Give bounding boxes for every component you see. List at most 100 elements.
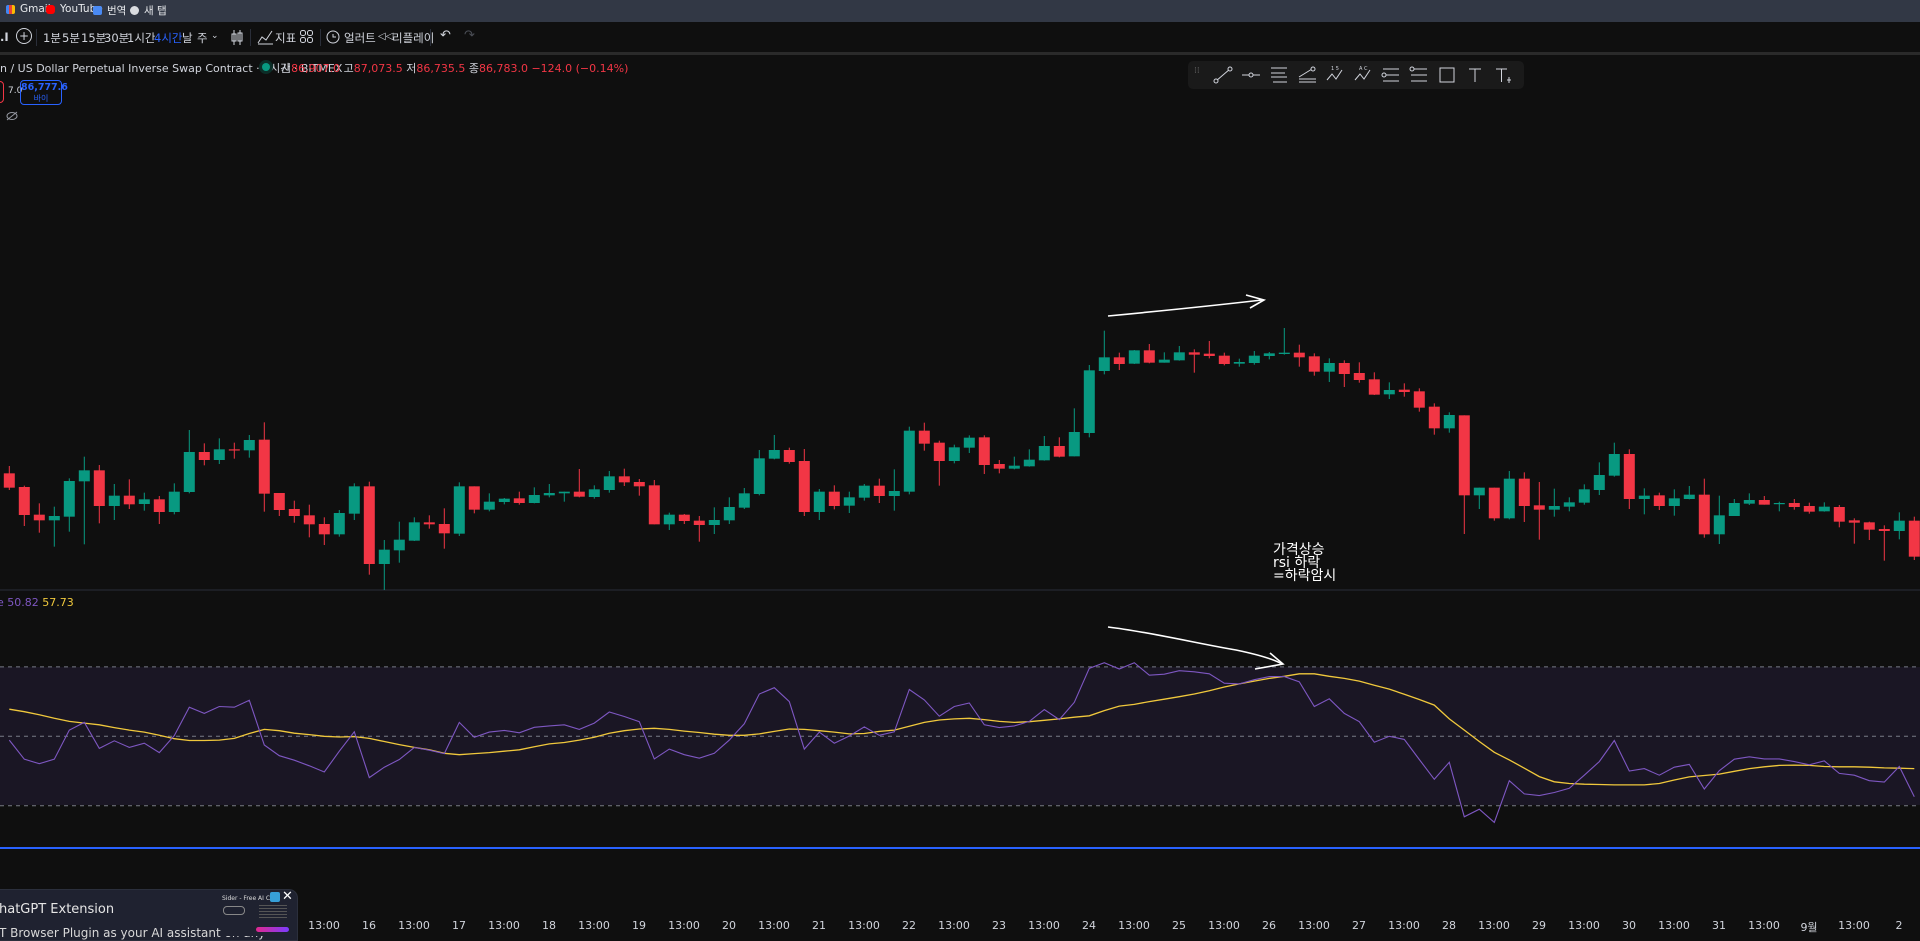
candle-body <box>393 539 405 551</box>
time-axis-label: 20 <box>722 919 736 932</box>
ad-install-button[interactable] <box>256 927 289 932</box>
rsi-value: 50.82 <box>7 596 39 609</box>
candle-body <box>543 493 555 496</box>
popup-close-icon[interactable]: ✕ <box>282 890 293 904</box>
candle-body <box>303 515 315 525</box>
time-axis-label: 30 <box>1622 919 1636 932</box>
candle-body <box>1458 415 1470 496</box>
candle-body <box>573 491 585 497</box>
time-axis-label: 13:00 <box>1838 919 1870 932</box>
candle-body <box>1908 520 1920 557</box>
candle-body <box>78 470 90 482</box>
time-axis-label: 13:00 <box>308 919 340 932</box>
candle-body <box>633 482 645 487</box>
time-axis-label: 17 <box>452 919 466 932</box>
time-axis-label: 13:00 <box>1748 919 1780 932</box>
candle-body <box>723 507 735 521</box>
candle-body <box>378 549 390 564</box>
candle-body <box>1803 506 1815 512</box>
time-axis-label: 18 <box>542 919 556 932</box>
candle-body <box>1743 500 1755 504</box>
candle-body <box>1638 495 1650 499</box>
candle-body <box>1398 389 1410 392</box>
candle-body <box>498 498 510 502</box>
candle-body <box>468 486 480 510</box>
candle-body <box>1068 432 1080 457</box>
candle-body <box>348 486 360 514</box>
candle-body <box>1548 506 1560 510</box>
candle-body <box>888 491 900 496</box>
candle-body <box>768 450 780 459</box>
candle-body <box>963 437 975 448</box>
time-axis-label: 13:00 <box>848 919 880 932</box>
candle-body <box>288 509 300 516</box>
annotation-arrow-down-rsi <box>1107 626 1283 665</box>
time-axis-label: 13:00 <box>1658 919 1690 932</box>
candle-body <box>1413 391 1425 408</box>
candle-body <box>228 449 240 451</box>
candle-body <box>1608 454 1620 476</box>
time-axis-label: 13:00 <box>668 919 700 932</box>
candle-body <box>738 493 750 508</box>
time-axis-label: 13:00 <box>1388 919 1420 932</box>
candle-body <box>1113 357 1125 364</box>
candle-body <box>1128 350 1140 364</box>
candle-body <box>1323 363 1335 372</box>
time-axis-label: 13:00 <box>1298 919 1330 932</box>
candle-body <box>1593 475 1605 490</box>
time-axis-label: 28 <box>1442 919 1456 932</box>
time-axis-label: 29 <box>1532 919 1546 932</box>
candle-body <box>918 430 930 444</box>
candle-body <box>1503 478 1515 519</box>
time-axis-label: 13:00 <box>938 919 970 932</box>
candle-body <box>1563 502 1575 507</box>
time-axis-label: 31 <box>1712 919 1726 932</box>
candle-body <box>1053 446 1065 457</box>
candle-body <box>903 430 915 492</box>
time-axis-label: 27 <box>1352 919 1366 932</box>
candle-body <box>18 487 30 515</box>
candle-body <box>1263 353 1275 356</box>
candle-body <box>183 452 195 492</box>
candle-body <box>1878 529 1890 531</box>
candle-body <box>1653 495 1665 506</box>
candle-body <box>1443 415 1455 429</box>
candle-body <box>33 514 45 521</box>
candle-body <box>1293 352 1305 358</box>
candle-body <box>1668 498 1680 506</box>
candle-body <box>243 440 255 451</box>
time-axis-label: 24 <box>1082 919 1096 932</box>
candle-body <box>318 524 330 535</box>
ad-info-icon[interactable] <box>270 892 280 902</box>
popup-ad-thumbnail[interactable]: Sider - Free AI C ✕ <box>221 890 293 936</box>
candle-body <box>1038 446 1050 461</box>
candle-body <box>993 464 1005 469</box>
rsi-ma-value: 57.73 <box>42 596 74 609</box>
candle-body <box>618 476 630 483</box>
time-axis-label: 13:00 <box>1208 919 1240 932</box>
candle-body <box>138 499 150 504</box>
candle-body <box>153 499 165 512</box>
candle-body <box>813 491 825 512</box>
chart-canvas[interactable] <box>0 0 1920 936</box>
candle-body <box>1578 489 1590 503</box>
time-axis-label: 19 <box>632 919 646 932</box>
candle-body <box>1023 459 1035 467</box>
candle-body <box>1368 379 1380 395</box>
candle-body <box>1383 390 1395 395</box>
candle-body <box>453 486 465 534</box>
candle-body <box>93 470 105 506</box>
ad-rating-badge <box>223 906 245 915</box>
candle-body <box>1188 352 1200 355</box>
candle-body <box>408 522 420 541</box>
extension-popup[interactable]: hatGPT Extension T Browser Plugin as you… <box>0 889 298 941</box>
candle-body <box>108 495 120 506</box>
rsi-legend[interactable]: e 50.82 57.73 <box>0 596 74 609</box>
rsi-legend-prefix: e <box>0 596 4 609</box>
candle-body <box>1848 520 1860 523</box>
candle-body <box>513 498 525 503</box>
time-axis-label: 25 <box>1172 919 1186 932</box>
candle-body <box>1353 373 1365 380</box>
time-axis-label: 9월 <box>1800 921 1818 934</box>
candle-body <box>423 522 435 525</box>
